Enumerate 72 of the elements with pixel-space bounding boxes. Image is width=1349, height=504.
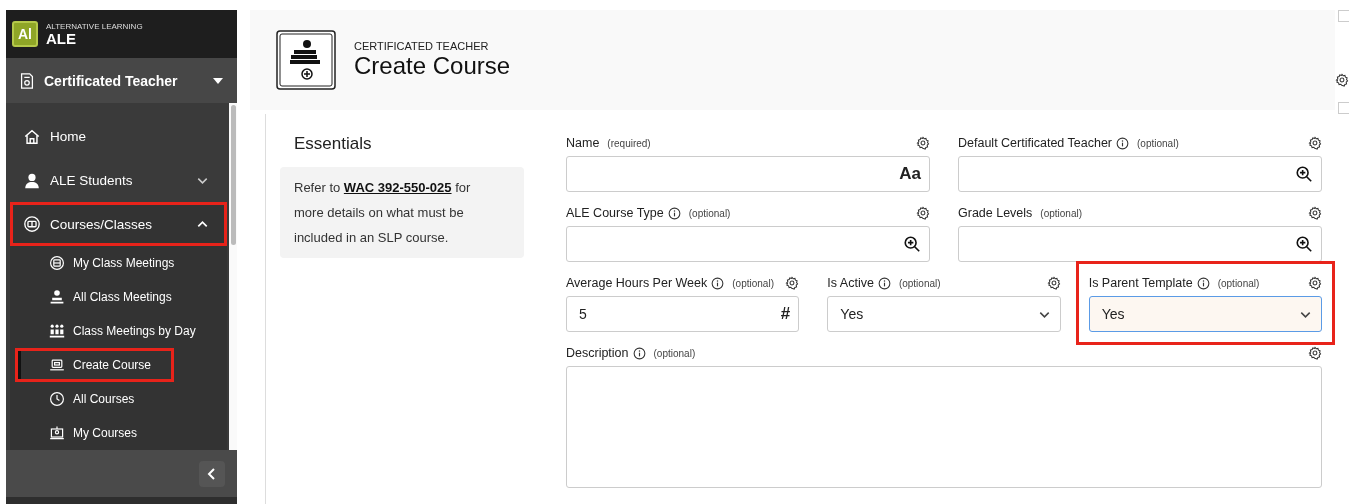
field-qualifier: (required) (607, 137, 652, 149)
input-field[interactable]: Aa (566, 156, 930, 192)
caret-down-icon (213, 77, 223, 84)
scrollbar-thumb[interactable] (230, 105, 236, 245)
book-circle-icon (23, 215, 41, 234)
lookup-field[interactable] (958, 156, 1322, 192)
field-label: Is Parent Template (1088, 276, 1193, 290)
lookup-field[interactable] (566, 226, 930, 262)
field-label: Grade Levels (958, 206, 1033, 220)
zoom-in-icon[interactable] (1295, 165, 1313, 183)
settings-icon[interactable] (916, 206, 930, 220)
settings-icon[interactable] (916, 136, 930, 150)
field-label: Default Certificated Teacher (958, 136, 1113, 150)
field-label: Description (566, 346, 629, 360)
field-qualifier: (optional) (688, 207, 732, 219)
laptop-icon (49, 357, 65, 373)
field-label: ALE Course Type (566, 206, 664, 220)
field-qualifier: (optional) (1217, 277, 1261, 289)
settings-icon[interactable] (1308, 346, 1322, 360)
settings-icon[interactable] (1308, 276, 1322, 290)
zoom-in-icon[interactable] (1295, 235, 1313, 253)
settings-icon[interactable] (785, 276, 800, 290)
books-apple-icon (276, 30, 336, 90)
person-icon (23, 171, 41, 190)
info-icon[interactable] (632, 346, 646, 360)
field-label: Is Active (827, 276, 874, 290)
settings-icon[interactable] (1308, 136, 1322, 150)
collapse-button[interactable] (199, 460, 225, 487)
app-title: ALE (46, 30, 77, 47)
zoom-in-icon[interactable] (903, 235, 921, 253)
select-field[interactable]: Yes (827, 296, 1061, 332)
field-qualifier: (optional) (898, 277, 942, 289)
group-icon (49, 323, 65, 339)
certificate-icon (18, 71, 36, 90)
settings-icon[interactable] (1046, 276, 1061, 290)
nav-subitem[interactable]: My Courses (15, 416, 160, 450)
info-icon[interactable] (711, 276, 725, 290)
info-icon[interactable] (1116, 136, 1130, 150)
lookup-field[interactable] (958, 226, 1322, 262)
home-icon (23, 127, 41, 146)
calendar-circle-icon (49, 255, 65, 271)
field-label: Name (566, 136, 600, 150)
nav-subitem[interactable]: Class Meetings by Day (15, 314, 219, 348)
field-label: Average Hours Per Week (566, 276, 708, 290)
select-field[interactable]: Yes (1088, 296, 1322, 332)
role-selector[interactable]: Certificated Teacher (6, 58, 237, 103)
info-icon[interactable] (877, 276, 891, 290)
info-icon[interactable] (1196, 276, 1210, 290)
nav-item[interactable]: ALE Students (10, 158, 227, 203)
app-subtitle: ALTERNATIVE LEARNING (46, 21, 143, 31)
input-field[interactable]: 5 # (566, 296, 800, 332)
nav-subitem[interactable]: Create Course (15, 348, 175, 382)
section-title: Essentials (294, 134, 373, 154)
page-title: Create Course (354, 52, 511, 80)
field-qualifier: (optional) (1040, 207, 1084, 219)
section-note: Refer to WAC 392-550-025 for more details on what must be included in an SLP course. (280, 167, 524, 258)
nav-subitem[interactable]: All Class Meetings (15, 280, 195, 314)
wac-link[interactable]: WAC 392-550-025 (343, 180, 452, 195)
description-field[interactable] (566, 366, 1322, 488)
field-qualifier: (optional) (1137, 137, 1180, 149)
page-overline: CERTIFICATED TEACHER (354, 40, 490, 52)
nav-subitem[interactable]: All Courses (15, 382, 158, 416)
nav-item[interactable]: Courses/Classes (10, 202, 227, 246)
teacher-desk-icon (49, 289, 65, 305)
nav-item[interactable]: Home (10, 115, 227, 159)
settings-icon[interactable] (1308, 206, 1322, 220)
info-icon[interactable] (667, 206, 681, 220)
monitor-person-icon (49, 425, 65, 441)
field-qualifier: (optional) (653, 347, 697, 359)
nav-subitem[interactable]: My Class Meetings (15, 246, 198, 280)
field-qualifier: (optional) (732, 277, 775, 289)
clock-circle-icon (49, 391, 65, 407)
